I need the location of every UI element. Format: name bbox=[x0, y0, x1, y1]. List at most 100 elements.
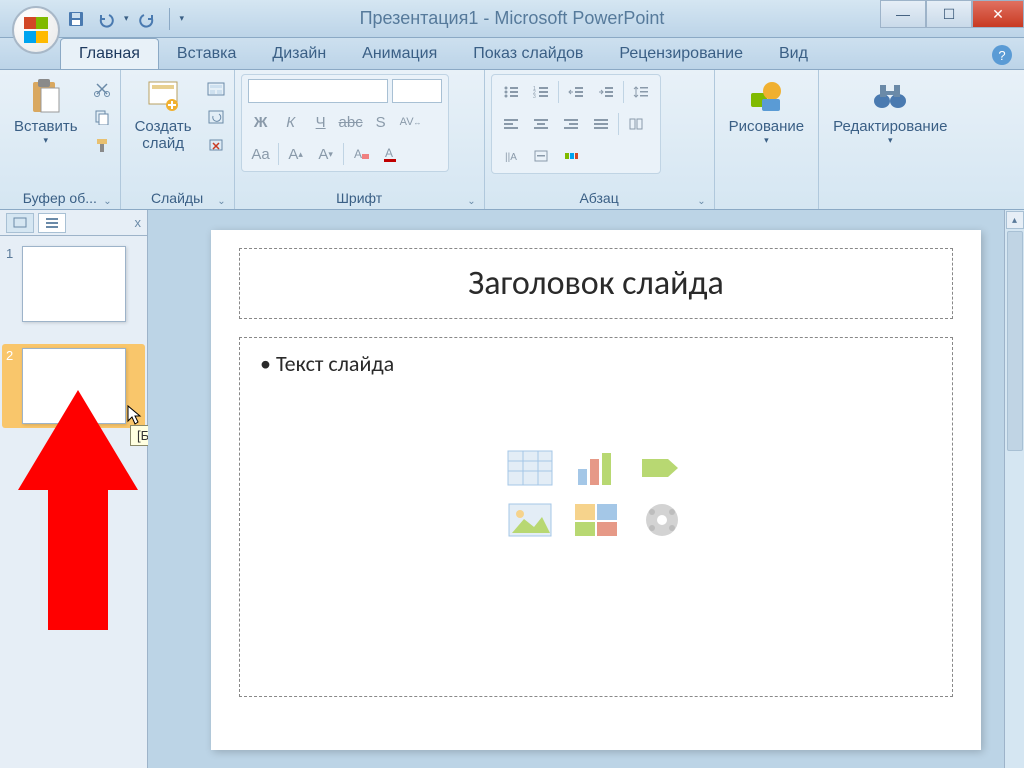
group-editing: Редактирование ▾ Редактирование bbox=[819, 70, 961, 209]
align-left-button[interactable] bbox=[498, 111, 524, 137]
format-painter-button[interactable] bbox=[90, 134, 114, 156]
font-family-combo[interactable] bbox=[248, 79, 388, 103]
scroll-up-button[interactable]: ▴ bbox=[1006, 211, 1024, 229]
vertical-scrollbar[interactable]: ▴ bbox=[1004, 210, 1024, 768]
undo-button[interactable] bbox=[94, 7, 118, 31]
save-button[interactable] bbox=[64, 7, 88, 31]
group-clipboard-label: Буфер об... bbox=[6, 187, 114, 209]
qat-customize-icon[interactable]: ▾ bbox=[180, 13, 185, 24]
align-center-button[interactable] bbox=[528, 111, 554, 137]
group-font-label: Шрифт bbox=[241, 187, 478, 209]
slide-thumbnail-2[interactable]: 2 bbox=[2, 344, 145, 428]
columns-button[interactable] bbox=[623, 111, 649, 137]
tab-view[interactable]: Вид bbox=[761, 39, 826, 69]
office-logo-quadrant bbox=[24, 31, 36, 43]
slide-thumbnail-1[interactable]: 1 bbox=[6, 246, 141, 322]
group-clipboard: Вставить ▾ Буфер об... bbox=[0, 70, 121, 209]
reset-button[interactable] bbox=[204, 106, 228, 128]
body-text: Текст слайда bbox=[260, 350, 932, 377]
minimize-button[interactable]: ― bbox=[880, 0, 926, 28]
font-color-button[interactable]: A bbox=[378, 141, 404, 167]
font-size-combo[interactable] bbox=[392, 79, 442, 103]
panel-tabs: x bbox=[0, 210, 147, 236]
slides-tab[interactable] bbox=[6, 213, 34, 233]
ribbon: Вставить ▾ Буфер об... bbox=[0, 70, 1024, 210]
paste-button[interactable]: Вставить ▾ bbox=[6, 74, 86, 150]
editing-button[interactable]: Редактирование ▾ bbox=[825, 74, 955, 150]
group-drawing: Рисование ▾ Рисование bbox=[715, 70, 820, 209]
scroll-thumb[interactable] bbox=[1007, 231, 1023, 451]
outline-tab[interactable] bbox=[38, 213, 66, 233]
tab-animation[interactable]: Анимация bbox=[344, 39, 455, 69]
office-logo-quadrant bbox=[36, 31, 48, 43]
insert-smartart-icon[interactable] bbox=[634, 447, 690, 489]
layout-button[interactable] bbox=[204, 78, 228, 100]
qat-separator bbox=[169, 8, 170, 30]
delete-slide-button[interactable] bbox=[204, 134, 228, 156]
line-spacing-button[interactable] bbox=[628, 79, 654, 105]
content-placeholder-icons bbox=[260, 447, 932, 541]
drawing-button[interactable]: Рисование ▾ bbox=[721, 74, 813, 150]
align-right-button[interactable] bbox=[558, 111, 584, 137]
insert-clipart-icon[interactable] bbox=[568, 499, 624, 541]
numbering-button[interactable]: 123 bbox=[528, 79, 554, 105]
copy-button[interactable] bbox=[90, 106, 114, 128]
insert-chart-icon[interactable] bbox=[568, 447, 624, 489]
close-button[interactable]: ✕ bbox=[972, 0, 1024, 28]
svg-text:3: 3 bbox=[533, 94, 536, 99]
slide-editor: Заголовок слайда Текст слайда bbox=[148, 210, 1024, 768]
undo-dropdown-icon[interactable]: ▾ bbox=[124, 13, 129, 24]
paste-label: Вставить bbox=[14, 118, 78, 135]
shadow-button[interactable]: S bbox=[368, 109, 394, 135]
tab-insert[interactable]: Вставка bbox=[159, 39, 254, 69]
chevron-down-icon: ▾ bbox=[44, 135, 49, 146]
title-placeholder[interactable]: Заголовок слайда bbox=[239, 248, 953, 319]
insert-picture-icon[interactable] bbox=[502, 499, 558, 541]
italic-button[interactable]: К bbox=[278, 109, 304, 135]
tab-review[interactable]: Рецензирование bbox=[601, 39, 761, 69]
panel-close-button[interactable]: x bbox=[135, 215, 142, 230]
window-title: Презентация1 - Microsoft PowerPoint bbox=[360, 8, 665, 29]
separator bbox=[623, 81, 624, 103]
separator bbox=[618, 113, 619, 135]
align-text-button[interactable] bbox=[528, 143, 554, 169]
cut-button[interactable] bbox=[90, 78, 114, 100]
group-font: Ж К Ч abc S AV↔ Aa A▴ A▾ A bbox=[235, 70, 485, 209]
svg-text:||A: ||A bbox=[505, 152, 517, 163]
convert-smartart-button[interactable] bbox=[558, 143, 584, 169]
quick-access-toolbar: ▾ ▾ bbox=[64, 7, 184, 31]
bullets-button[interactable] bbox=[498, 79, 524, 105]
underline-button[interactable]: Ч bbox=[308, 109, 334, 135]
separator bbox=[278, 143, 279, 165]
justify-button[interactable] bbox=[588, 111, 614, 137]
editing-label: Редактирование bbox=[833, 118, 947, 135]
binoculars-icon bbox=[872, 78, 908, 114]
insert-table-icon[interactable] bbox=[502, 447, 558, 489]
grow-font-button[interactable]: A▴ bbox=[283, 141, 309, 167]
office-logo-quadrant bbox=[24, 17, 36, 29]
tab-design[interactable]: Дизайн bbox=[254, 39, 344, 69]
body-placeholder[interactable]: Текст слайда bbox=[239, 337, 953, 697]
character-spacing-button[interactable]: AV↔ bbox=[398, 109, 424, 135]
change-case-button[interactable]: Aa bbox=[248, 141, 274, 167]
shrink-font-button[interactable]: A▾ bbox=[313, 141, 339, 167]
tab-slideshow[interactable]: Показ слайдов bbox=[455, 39, 601, 69]
new-slide-label2: слайд bbox=[142, 135, 184, 152]
new-slide-button[interactable]: Создать слайд bbox=[127, 74, 200, 156]
tab-home[interactable]: Главная bbox=[60, 38, 159, 69]
decrease-indent-button[interactable] bbox=[563, 79, 589, 105]
office-button[interactable] bbox=[12, 6, 60, 54]
increase-indent-button[interactable] bbox=[593, 79, 619, 105]
insert-media-icon[interactable] bbox=[634, 499, 690, 541]
slide-canvas[interactable]: Заголовок слайда Текст слайда bbox=[211, 230, 981, 750]
redo-button[interactable] bbox=[135, 7, 159, 31]
maximize-button[interactable]: ☐ bbox=[926, 0, 972, 28]
bold-button[interactable]: Ж bbox=[248, 109, 274, 135]
thumbnail-list: 1 2 bbox=[0, 236, 147, 460]
text-direction-button[interactable]: ||A bbox=[498, 143, 524, 169]
title-text: Заголовок слайда bbox=[468, 263, 724, 304]
clear-formatting-button[interactable]: A bbox=[348, 141, 374, 167]
help-button[interactable]: ? bbox=[992, 45, 1012, 65]
strikethrough-button[interactable]: abc bbox=[338, 109, 364, 135]
separator bbox=[558, 81, 559, 103]
